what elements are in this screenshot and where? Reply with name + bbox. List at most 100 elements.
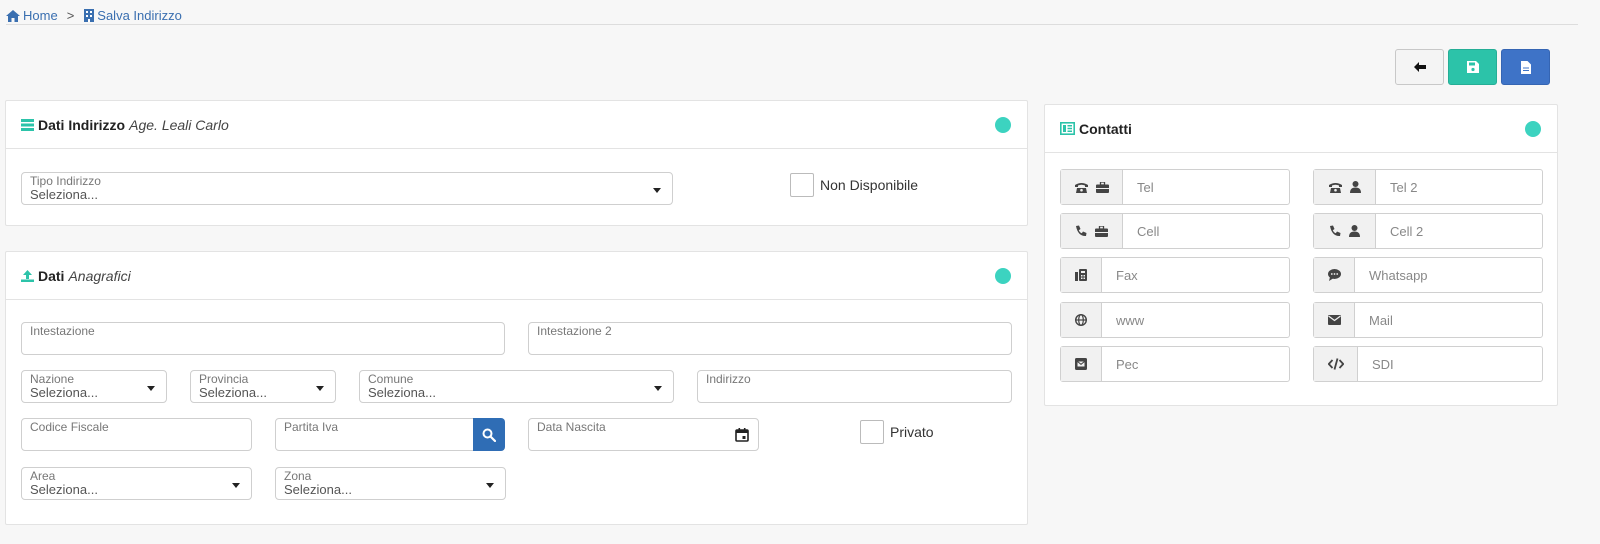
tel-addon: [1061, 170, 1123, 204]
sdi-input[interactable]: SDI: [1358, 347, 1542, 381]
mail-input-group[interactable]: Mail: [1313, 302, 1543, 338]
cell-input-group[interactable]: Cell: [1060, 213, 1290, 249]
zona-select[interactable]: Zona Seleziona...: [275, 467, 506, 500]
search-icon: [482, 428, 496, 442]
indirizzo-status-dot: [995, 117, 1011, 133]
comune-value: Seleziona...: [368, 385, 436, 400]
breadcrumb-current[interactable]: Salva Indirizzo: [84, 8, 182, 23]
user-icon: [1349, 225, 1360, 237]
mail-input[interactable]: Mail: [1355, 303, 1542, 337]
intestazione2-field[interactable]: Intestazione 2: [528, 322, 1012, 355]
pec-input-group[interactable]: Pec: [1060, 346, 1290, 382]
indirizzo-field[interactable]: Indirizzo: [697, 370, 1012, 403]
calendar-icon[interactable]: [735, 428, 749, 442]
indirizzo-label: Indirizzo: [706, 372, 751, 386]
intestazione2-label: Intestazione 2: [537, 324, 612, 338]
zona-label: Zona: [284, 469, 312, 483]
phone-icon: [1076, 225, 1087, 237]
indirizzo-panel-title: Dati Indirizzo: [38, 116, 126, 133]
briefcase-icon: [1095, 225, 1108, 237]
anagrafici-panel-header: Dati Anagrafici: [6, 252, 1027, 300]
non-disponibile-checkbox[interactable]: [790, 173, 814, 197]
chevron-down-icon: [147, 386, 155, 391]
back-button[interactable]: [1395, 49, 1444, 85]
contatti-panel-header: Contatti: [1045, 105, 1557, 153]
document-button[interactable]: [1501, 49, 1550, 85]
fax-input[interactable]: Fax: [1102, 258, 1289, 292]
save-button[interactable]: [1448, 49, 1497, 85]
nazione-select[interactable]: Nazione Seleziona...: [21, 370, 167, 403]
chevron-down-icon: [486, 483, 494, 488]
area-select[interactable]: Area Seleziona...: [21, 467, 252, 500]
area-value: Seleziona...: [30, 482, 98, 497]
contatti-panel-title: Contatti: [1079, 120, 1132, 137]
breadcrumb-current-label: Salva Indirizzo: [97, 8, 182, 23]
www-addon: [1061, 303, 1102, 337]
briefcase-icon: [1095, 181, 1109, 193]
tipo-indirizzo-label: Tipo Indirizzo: [30, 174, 101, 188]
provincia-value: Seleziona...: [199, 385, 267, 400]
envelope-square-icon: [1075, 358, 1087, 370]
contatti-status-dot: [1525, 121, 1541, 137]
whatsapp-input[interactable]: Whatsapp: [1355, 258, 1542, 292]
indirizzo-panel: Dati Indirizzo Age. Leali Carlo Tipo Ind…: [5, 100, 1028, 226]
area-label: Area: [30, 469, 56, 483]
breadcrumb: Home > Salva Indirizzo: [6, 7, 1578, 25]
fax-icon: [1075, 269, 1087, 281]
cell-addon: [1061, 214, 1123, 248]
tel-input[interactable]: Tel: [1123, 170, 1289, 204]
indirizzo-panel-subtitle: Age. Leali Carlo: [129, 116, 229, 133]
partita-iva-label: Partita Iva: [284, 420, 339, 434]
anagrafici-panel-title: Dati: [38, 267, 65, 284]
comune-select[interactable]: Comune Seleziona...: [359, 370, 674, 403]
provincia-label: Provincia: [199, 372, 249, 386]
tel-input-group[interactable]: Tel: [1060, 169, 1290, 205]
data-nascita-field[interactable]: Data Nascita: [528, 418, 759, 451]
codice-fiscale-field[interactable]: Codice Fiscale: [21, 418, 252, 451]
cell2-input[interactable]: Cell 2: [1376, 214, 1542, 248]
nazione-label: Nazione: [30, 372, 75, 386]
whatsapp-addon: [1314, 258, 1355, 292]
provincia-select[interactable]: Provincia Seleziona...: [190, 370, 336, 403]
fax-input-group[interactable]: Fax: [1060, 257, 1290, 293]
envelope-icon: [1327, 315, 1341, 325]
anagrafici-panel-subtitle: Anagrafici: [68, 267, 131, 284]
breadcrumb-home-link[interactable]: Home: [6, 8, 58, 23]
contatti-panel: Contatti Tel Tel 2 Cell Cell 2 Fax Whats…: [1044, 104, 1558, 406]
phone-icon: [1330, 225, 1341, 237]
www-input[interactable]: www: [1102, 303, 1289, 337]
sdi-input-group[interactable]: SDI: [1313, 346, 1543, 382]
privato-checkbox[interactable]: [860, 420, 884, 444]
www-input-group[interactable]: www: [1060, 302, 1290, 338]
partita-iva-field[interactable]: Partita Iva: [275, 418, 475, 451]
intestazione-label: Intestazione: [30, 324, 95, 338]
tipo-indirizzo-select[interactable]: Tipo Indirizzo Seleziona...: [21, 172, 673, 205]
data-nascita-label: Data Nascita: [537, 420, 606, 434]
fax-addon: [1061, 258, 1102, 292]
user-icon: [1349, 181, 1361, 193]
tel2-addon: [1314, 170, 1376, 204]
zona-value: Seleziona...: [284, 482, 352, 497]
non-disponibile-checkbox-group: Non Disponibile: [790, 173, 918, 197]
list-icon: [21, 118, 34, 131]
desk-phone-icon: [1074, 182, 1088, 193]
intestazione-field[interactable]: Intestazione: [21, 322, 505, 355]
breadcrumb-home-label: Home: [23, 8, 58, 23]
chevron-down-icon: [232, 483, 240, 488]
tel2-input[interactable]: Tel 2: [1376, 170, 1542, 204]
pec-addon: [1061, 347, 1102, 381]
chat-bubble-icon: [1327, 269, 1341, 281]
anagrafici-status-dot: [995, 268, 1011, 284]
cell2-input-group[interactable]: Cell 2: [1313, 213, 1543, 249]
cell-input[interactable]: Cell: [1123, 214, 1289, 248]
breadcrumb-separator: >: [66, 8, 75, 23]
partita-iva-search-button[interactable]: [473, 418, 505, 451]
sdi-addon: [1314, 347, 1358, 381]
pec-input[interactable]: Pec: [1102, 347, 1289, 381]
tel2-input-group[interactable]: Tel 2: [1313, 169, 1543, 205]
contact-book-icon: [1060, 122, 1075, 135]
indirizzo-panel-header: Dati Indirizzo Age. Leali Carlo: [6, 101, 1027, 149]
chevron-down-icon: [653, 188, 661, 193]
upload-icon: [21, 269, 34, 282]
whatsapp-input-group[interactable]: Whatsapp: [1313, 257, 1543, 293]
